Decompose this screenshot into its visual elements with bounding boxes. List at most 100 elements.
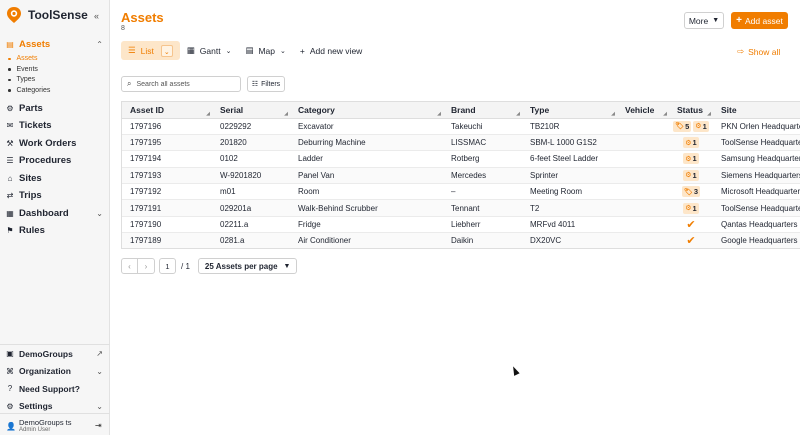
column-header-label: Category [298, 104, 335, 115]
sidebar-item-trips[interactable]: ⇄ Trips [0, 187, 110, 205]
sidebar-item-work-orders[interactable]: ⚒ Work Orders [0, 135, 110, 153]
filters-button[interactable]: ☷ Filters [247, 76, 285, 92]
sidebar-item-label: Sites [19, 172, 42, 184]
gear-icon: ⚙ [685, 139, 692, 147]
cell-vehicle [617, 167, 669, 185]
cell-status: ✔ [669, 216, 713, 234]
cell-serial: W-9201820 [212, 167, 290, 185]
list-icon: ☰ [128, 45, 136, 55]
sidebar-item-demogroups[interactable]: ▣ DemoGroups ↗ [0, 345, 110, 363]
table-row[interactable]: 1797193 W-9201820 Panel Van Mercedes Sprinte… [122, 167, 800, 185]
cell-status: 🏷 3 [669, 183, 713, 201]
column-header-site[interactable]: Site◢ [713, 102, 800, 119]
column-header-brand[interactable]: Brand ◢ [443, 102, 522, 119]
sidebar-item-organization[interactable]: ⌘ Organization ⌄ [0, 363, 110, 381]
user-profile[interactable]: 👤 DemoGroups ts Admin User ⇥ [0, 413, 110, 435]
cell-type: TB210R [522, 118, 617, 135]
chevron-down-icon[interactable]: ⌄ [160, 44, 173, 57]
sidebar-subitem-assets[interactable]: Assets [8, 54, 110, 65]
table-row[interactable]: 1797191 029201a Walk-Behind Scrubber Tennan… [122, 199, 800, 217]
status-badge[interactable]: 🏷 5 [673, 120, 692, 132]
collapse-sidebar-icon[interactable]: « [94, 11, 99, 21]
sidebar-item-dashboard[interactable]: ▦ Dashboard ⌄ [0, 205, 110, 223]
status-badge[interactable]: ⚙ 1 [683, 169, 699, 181]
status-badge[interactable]: ⚙ 1 [683, 153, 699, 165]
search-input[interactable] [136, 80, 232, 88]
prev-page-button[interactable]: ‹ [121, 258, 138, 274]
cell-serial: 029201a [212, 199, 290, 217]
status-count: 1 [692, 138, 697, 148]
asset-count: 8 [121, 25, 125, 32]
sidebar-subitem-types[interactable]: Types [8, 75, 110, 86]
chevron-down-icon: ⌄ [280, 47, 286, 55]
sidebar-item-tickets[interactable]: ✉ Tickets [0, 117, 110, 135]
tab-list[interactable]: ☰ List ⌄ [121, 41, 180, 60]
sidebar-item-rules[interactable]: ⚑ Rules [0, 222, 110, 240]
column-header-vehicle[interactable]: Vehicle ◢ [617, 102, 669, 119]
plus-icon: + [299, 45, 305, 56]
tag-icon: 🏷 [683, 188, 693, 196]
sidebar-item-sites[interactable]: ⌂ Sites [0, 170, 110, 188]
resize-handle-icon[interactable]: ◢ [284, 111, 288, 117]
show-all-button[interactable]: ⇨ Show all [737, 46, 780, 57]
cell-serial: 201820 [212, 134, 290, 152]
tab-gantt[interactable]: ▦ Gantt ⌄ [180, 41, 239, 60]
tab-map[interactable]: ▤ Map ⌄ [238, 41, 292, 60]
cell-serial: 0281.a [212, 232, 290, 248]
search-box[interactable]: ⌕ [121, 76, 241, 92]
table-row[interactable]: 1797189 0281.a Air Conditioner Daikin DX20VC… [122, 232, 800, 248]
resize-handle-icon[interactable]: ◢ [707, 111, 711, 117]
status-badge[interactable]: ⚙ 1 [683, 202, 699, 214]
add-asset-button[interactable]: + Add asset [731, 12, 788, 29]
status-badge[interactable]: 🏷 3 [681, 186, 701, 198]
resize-handle-icon[interactable]: ◢ [437, 111, 441, 117]
cell-category: Room [290, 183, 443, 201]
more-label: More [688, 15, 709, 26]
sidebar-item-procedures[interactable]: ☰ Procedures [0, 152, 110, 170]
chevron-up-icon[interactable]: ⌃ [96, 40, 103, 49]
resize-handle-icon[interactable]: ◢ [611, 111, 615, 117]
resize-handle-icon[interactable]: ◢ [516, 111, 520, 117]
chevron-right-icon: › [144, 261, 148, 271]
column-header-asset-id[interactable]: Asset ID ◢ [122, 102, 212, 119]
column-header-type[interactable]: Type ◢ [522, 102, 617, 119]
table-row[interactable]: 1797195 201820 Deburring Machine LISSMAC SBM… [122, 134, 800, 152]
tab-list-label: List [140, 45, 154, 56]
status-badge[interactable]: ⚙ 1 [683, 137, 699, 149]
sidebar-subitem-events[interactable]: Events [8, 64, 110, 75]
add-new-view-button[interactable]: + Add new view [293, 41, 369, 60]
sidebar-item-assets[interactable]: ▤ Assets ⌃ [0, 36, 110, 54]
status-badge[interactable]: ⚙ 1 [693, 120, 709, 132]
per-page-select[interactable]: 25 Assets per page ▼ [197, 258, 298, 274]
column-header-label: Vehicle [625, 104, 655, 115]
chevron-down-icon: ⌄ [96, 366, 103, 376]
cell-status: ⚙ 1 [669, 150, 713, 168]
next-page-button[interactable]: › [138, 258, 155, 274]
table-row[interactable]: 1797194 0102 Ladder Rotberg 6-feet Steel Lad… [122, 150, 800, 168]
cell-brand: LISSMAC [443, 134, 522, 152]
sidebar-item-parts[interactable]: ⚙ Parts [0, 100, 110, 118]
resize-handle-icon[interactable]: ◢ [206, 111, 210, 117]
table-row[interactable]: 1797190 02211.a Fridge Liebherr MRFvd 4011 ✔ Q… [122, 216, 800, 234]
cell-type: DX20VC [522, 232, 617, 248]
column-header-serial[interactable]: Serial ◢ [212, 102, 290, 119]
column-header-status[interactable]: Status ◢ [669, 102, 713, 119]
organization-icon: ⌘ [6, 366, 14, 376]
column-header-label: Serial [220, 104, 244, 115]
map-icon: ▤ [245, 45, 254, 55]
table-row[interactable]: 1797196 0229292 Excavator Takeuchi TB210R 🏷 5 ⚙… [122, 118, 800, 135]
sidebar-item-need-support[interactable]: ? Need Support? [0, 380, 110, 398]
app-logo[interactable]: ToolSense [6, 6, 88, 24]
column-header-category[interactable]: Category ◢ [290, 102, 443, 119]
sidebar-subitem-label: Assets [16, 55, 38, 63]
resize-handle-icon[interactable]: ◢ [663, 111, 667, 117]
bullet-icon [8, 78, 11, 81]
logout-icon[interactable]: ⇥ [95, 421, 102, 430]
table-row[interactable]: 1797192 m01 Room – Meeting Room 🏷 3 Microsoft H… [122, 183, 800, 201]
more-button[interactable]: More ▼ [684, 12, 724, 29]
current-page-input[interactable]: 1 [159, 258, 176, 274]
cell-site: ToolSense Headquarters [713, 199, 800, 217]
cell-category: Excavator [290, 118, 443, 135]
chevron-down-icon[interactable]: ⌄ [96, 209, 103, 218]
sidebar-subitem-categories[interactable]: Categories [8, 85, 110, 96]
